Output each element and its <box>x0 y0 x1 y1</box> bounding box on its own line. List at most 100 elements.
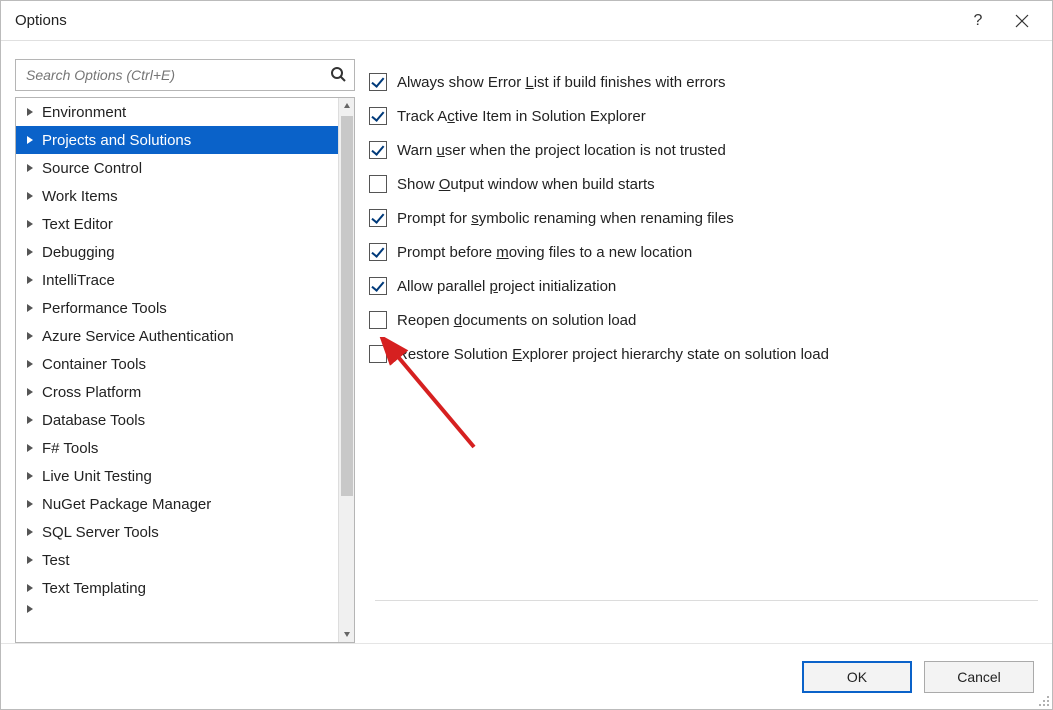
scroll-up-icon[interactable] <box>339 98 355 114</box>
tree-item-container-tools[interactable]: Container Tools <box>16 350 338 378</box>
option-label[interactable]: Warn user when the project location is n… <box>397 142 726 159</box>
option-row: Always show Error List if build finishes… <box>369 65 1038 99</box>
help-icon[interactable]: ? <box>956 1 1000 41</box>
tree-item-label: Projects and Solutions <box>42 132 191 149</box>
tree-item-label: F# Tools <box>42 440 98 457</box>
tree-item-work-items[interactable]: Work Items <box>16 182 338 210</box>
option-row: Track Active Item in Solution Explorer <box>369 99 1038 133</box>
option-row: Show Output window when build starts <box>369 167 1038 201</box>
option-label[interactable]: Prompt before moving files to a new loca… <box>397 244 692 261</box>
tree-item-label: Live Unit Testing <box>42 468 152 485</box>
checkbox[interactable] <box>369 243 387 261</box>
tree-item-sql-server-tools[interactable]: SQL Server Tools <box>16 518 338 546</box>
tree-item-label: NuGet Package Manager <box>42 496 211 513</box>
checkbox[interactable] <box>369 141 387 159</box>
search-icon <box>330 66 346 85</box>
option-label[interactable]: Prompt for symbolic renaming when renami… <box>397 210 734 227</box>
option-label[interactable]: Reopen documents on solution load <box>397 312 636 329</box>
tree-item-projects-and-solutions[interactable]: Projects and Solutions <box>16 126 338 154</box>
content-area: Environment Projects and Solutions Source … <box>1 41 1052 643</box>
scroll-thumb[interactable] <box>341 116 353 496</box>
tree-item-label: Test <box>42 552 70 569</box>
tree-item-debugging[interactable]: Debugging <box>16 238 338 266</box>
option-label[interactable]: Restore Solution Explorer project hierar… <box>397 346 829 363</box>
cancel-button[interactable]: Cancel <box>924 661 1034 693</box>
tree-item-label: Text Editor <box>42 216 113 233</box>
chevron-right-icon <box>24 134 36 146</box>
chevron-right-icon <box>24 302 36 314</box>
chevron-right-icon <box>24 603 36 615</box>
checkbox[interactable] <box>369 311 387 329</box>
options-panel: Always show Error List if build finishes… <box>369 59 1038 643</box>
checkbox[interactable] <box>369 277 387 295</box>
tree-item-intellitrace[interactable]: IntelliTrace <box>16 266 338 294</box>
tree-item-text-editor[interactable]: Text Editor <box>16 210 338 238</box>
resize-grip-icon[interactable] <box>1036 693 1050 707</box>
search-input[interactable] <box>24 66 330 84</box>
tree-item-label: Work Items <box>42 188 118 205</box>
tree-item-test[interactable]: Test <box>16 546 338 574</box>
tree-scrollbar[interactable] <box>338 98 354 642</box>
tree-item-label: Debugging <box>42 244 115 261</box>
tree-item-nuget-package-manager[interactable]: NuGet Package Manager <box>16 490 338 518</box>
tree-item-text-templating[interactable]: Text Templating <box>16 574 338 602</box>
option-label[interactable]: Show Output window when build starts <box>397 176 655 193</box>
chevron-right-icon <box>24 414 36 426</box>
tree-item-label: Cross Platform <box>42 384 141 401</box>
chevron-right-icon <box>24 526 36 538</box>
tree-item-source-control[interactable]: Source Control <box>16 154 338 182</box>
chevron-right-icon <box>24 470 36 482</box>
tree-item-label: Container Tools <box>42 356 146 373</box>
chevron-right-icon <box>24 106 36 118</box>
chevron-right-icon <box>24 386 36 398</box>
option-row: Prompt before moving files to a new loca… <box>369 235 1038 269</box>
option-label[interactable]: Allow parallel project initialization <box>397 278 616 295</box>
left-column: Environment Projects and Solutions Source … <box>15 59 355 643</box>
tree-item-azure-service-authentication[interactable]: Azure Service Authentication <box>16 322 338 350</box>
options-tree: Environment Projects and Solutions Source … <box>15 97 355 643</box>
ok-button[interactable]: OK <box>802 661 912 693</box>
option-row: Restore Solution Explorer project hierar… <box>369 337 1038 371</box>
tree-item-clipped[interactable] <box>16 602 338 616</box>
close-icon[interactable] <box>1000 1 1044 41</box>
tree-item-label: Text Templating <box>42 580 146 597</box>
chevron-right-icon <box>24 330 36 342</box>
option-label[interactable]: Track Active Item in Solution Explorer <box>397 108 646 125</box>
checkbox[interactable] <box>369 175 387 193</box>
chevron-right-icon <box>24 582 36 594</box>
checkbox[interactable] <box>369 107 387 125</box>
checkbox[interactable] <box>369 345 387 363</box>
option-row: Warn user when the project location is n… <box>369 133 1038 167</box>
tree-item-label: Source Control <box>42 160 142 177</box>
option-row: Reopen documents on solution load <box>369 303 1038 337</box>
dialog-title: Options <box>15 12 67 29</box>
chevron-right-icon <box>24 246 36 258</box>
option-label[interactable]: Always show Error List if build finishes… <box>397 74 725 91</box>
scroll-down-icon[interactable] <box>339 626 355 642</box>
tree-item-performance-tools[interactable]: Performance Tools <box>16 294 338 322</box>
chevron-right-icon <box>24 190 36 202</box>
tree-item-label: Environment <box>42 104 126 121</box>
tree-item-database-tools[interactable]: Database Tools <box>16 406 338 434</box>
tree-item-live-unit-testing[interactable]: Live Unit Testing <box>16 462 338 490</box>
tree-item-label: Azure Service Authentication <box>42 328 234 345</box>
chevron-right-icon <box>24 274 36 286</box>
tree-item-label: Performance Tools <box>42 300 167 317</box>
checkbox[interactable] <box>369 209 387 227</box>
chevron-right-icon <box>24 358 36 370</box>
option-row: Allow parallel project initialization <box>369 269 1038 303</box>
dialog-footer: OK Cancel <box>1 643 1052 709</box>
chevron-right-icon <box>24 442 36 454</box>
tree-item-label: SQL Server Tools <box>42 524 159 541</box>
chevron-right-icon <box>24 162 36 174</box>
tree-item-label: IntelliTrace <box>42 272 115 289</box>
search-options-field[interactable] <box>15 59 355 91</box>
tree-item-environment[interactable]: Environment <box>16 98 338 126</box>
titlebar: Options ? <box>1 1 1052 41</box>
tree-item-cross-platform[interactable]: Cross Platform <box>16 378 338 406</box>
chevron-right-icon <box>24 554 36 566</box>
tree-item-label: Database Tools <box>42 412 145 429</box>
tree-item-f-tools[interactable]: F# Tools <box>16 434 338 462</box>
checkbox[interactable] <box>369 73 387 91</box>
chevron-right-icon <box>24 498 36 510</box>
